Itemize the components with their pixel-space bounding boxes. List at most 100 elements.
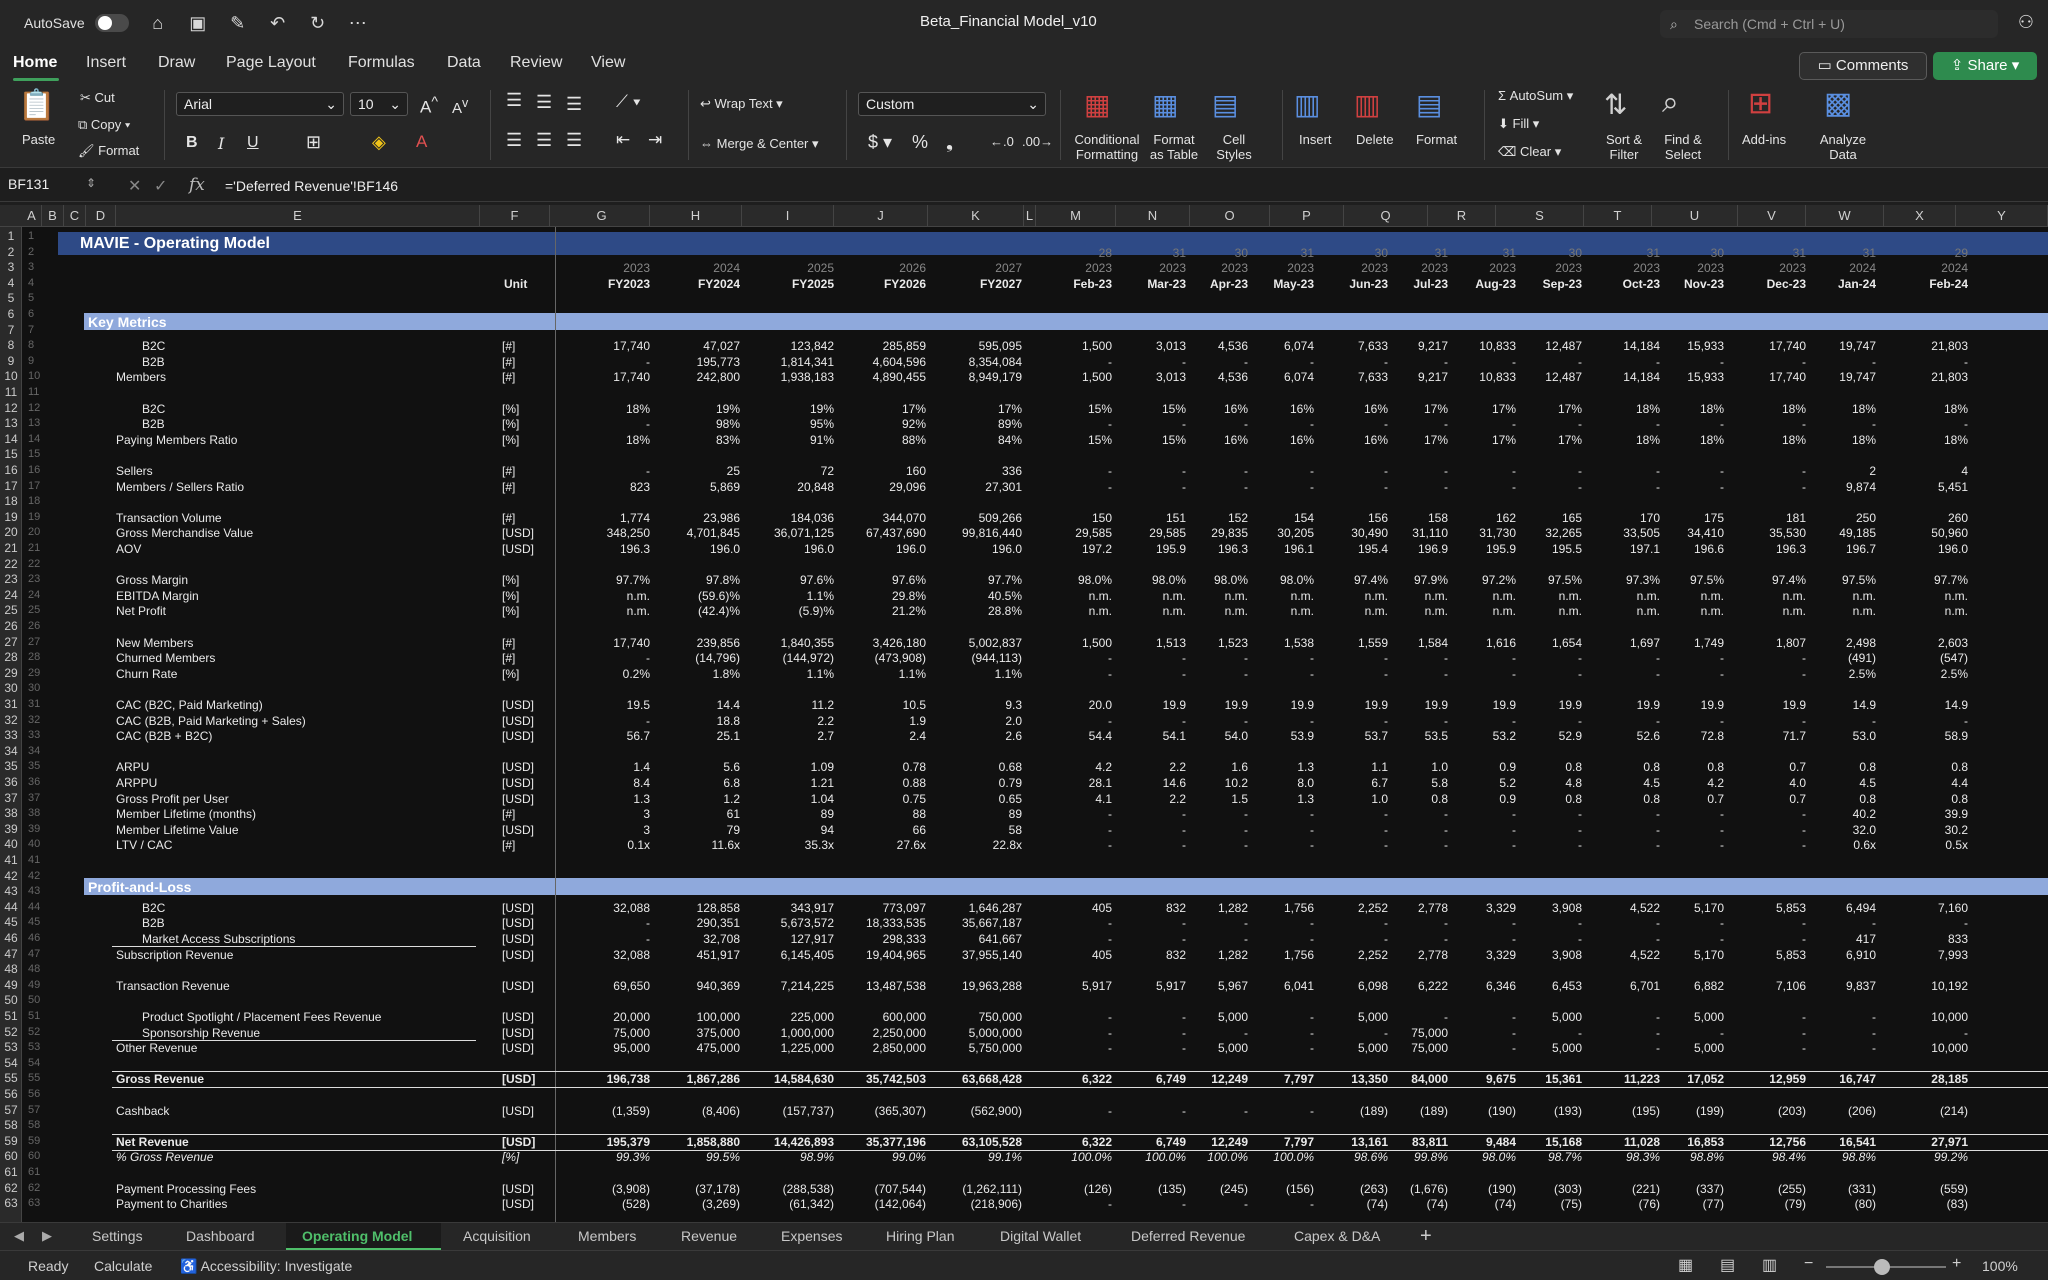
- column-header-s[interactable]: S: [1496, 205, 1584, 227]
- row-header[interactable]: 8: [0, 338, 22, 352]
- unit-cell[interactable]: [%]: [502, 573, 519, 587]
- row-header[interactable]: 49: [0, 978, 22, 992]
- conditional-formatting-label[interactable]: Conditional Formatting: [1070, 132, 1144, 162]
- home-icon[interactable]: ⌂: [147, 12, 169, 34]
- decrease-indent-icon[interactable]: ⇤: [616, 130, 630, 150]
- row-header[interactable]: 50: [0, 993, 22, 1007]
- wrap-text-button[interactable]: ↩ Wrap Text ▾: [700, 96, 783, 112]
- formula-input[interactable]: ='Deferred Revenue'!BF146: [225, 178, 398, 194]
- align-bottom-icon[interactable]: ☰: [566, 94, 582, 115]
- unit-cell[interactable]: [%]: [502, 417, 519, 431]
- row-header[interactable]: 27: [0, 635, 22, 649]
- row-header[interactable]: 3: [0, 260, 22, 274]
- increase-font-icon[interactable]: A^: [420, 94, 438, 118]
- sheet-tab-members[interactable]: Members: [578, 1228, 636, 1244]
- row-label[interactable]: Transaction Revenue: [116, 979, 230, 993]
- font-name-select[interactable]: Arial ⌄: [176, 92, 344, 116]
- row-header[interactable]: 60: [0, 1149, 22, 1163]
- row-header[interactable]: 35: [0, 759, 22, 773]
- cell-styles-icon[interactable]: ▤: [1212, 88, 1238, 121]
- row-label[interactable]: B2C: [142, 339, 165, 353]
- font-color-icon[interactable]: A: [416, 132, 427, 152]
- column-header-l[interactable]: L: [1024, 205, 1036, 227]
- column-header-e[interactable]: E: [116, 205, 480, 227]
- format-cells-label[interactable]: Format: [1416, 132, 1457, 147]
- row-header[interactable]: 39: [0, 822, 22, 836]
- cut-button[interactable]: ✂ Cut: [80, 90, 115, 106]
- column-header-x[interactable]: X: [1884, 205, 1956, 227]
- value-cell[interactable]: 196.0: [1848, 542, 1968, 556]
- row-label[interactable]: B2C: [142, 901, 165, 915]
- row-label[interactable]: Churned Members: [116, 651, 215, 665]
- row-header[interactable]: 14: [0, 432, 22, 446]
- column-header-m[interactable]: M: [1036, 205, 1116, 227]
- column-header-y[interactable]: Y: [1956, 205, 2048, 227]
- zoom-in-icon[interactable]: +: [1952, 1255, 1961, 1273]
- value-cell[interactable]: 2,603: [1848, 636, 1968, 650]
- row-header[interactable]: 12: [0, 401, 22, 415]
- column-header-n[interactable]: N: [1116, 205, 1190, 227]
- tab-home[interactable]: Home: [13, 54, 57, 72]
- row-label[interactable]: Net Revenue: [116, 1135, 189, 1149]
- row-header[interactable]: 10: [0, 369, 22, 383]
- row-header[interactable]: 55: [0, 1071, 22, 1085]
- header-period[interactable]: Feb-24: [1848, 277, 1968, 291]
- row-header[interactable]: 42: [0, 869, 22, 883]
- value-cell[interactable]: 30.2: [1848, 823, 1968, 837]
- row-header[interactable]: 48: [0, 962, 22, 976]
- row-label[interactable]: ARPPU: [116, 776, 157, 790]
- value-cell[interactable]: 10,000: [1848, 1010, 1968, 1024]
- format-as-table-label[interactable]: Format as Table: [1146, 132, 1202, 162]
- column-header-q[interactable]: Q: [1344, 205, 1428, 227]
- row-header[interactable]: 47: [0, 947, 22, 961]
- row-label[interactable]: AOV: [116, 542, 141, 556]
- row-header[interactable]: 22: [0, 557, 22, 571]
- format-cells-icon[interactable]: ▤: [1416, 88, 1442, 121]
- sheet-tab-acquisition[interactable]: Acquisition: [463, 1228, 531, 1244]
- row-label[interactable]: Payment to Charities: [116, 1197, 227, 1211]
- row-label[interactable]: Members: [116, 370, 166, 384]
- tab-page-layout[interactable]: Page Layout: [226, 54, 316, 72]
- sheet-tab-capex[interactable]: Capex & D&A: [1294, 1228, 1380, 1244]
- format-table-icon[interactable]: ▦: [1152, 88, 1178, 121]
- unit-cell[interactable]: [%]: [502, 667, 519, 681]
- tab-draw[interactable]: Draw: [158, 54, 195, 72]
- value-cell[interactable]: 21,803: [1848, 370, 1968, 384]
- unit-cell[interactable]: [#]: [502, 636, 515, 650]
- row-label[interactable]: New Members: [116, 636, 193, 650]
- autosave-toggle[interactable]: [94, 14, 129, 32]
- undo-icon[interactable]: ↶: [267, 12, 289, 34]
- row-label[interactable]: Sellers: [116, 464, 153, 478]
- value-cell[interactable]: 0.8: [1848, 792, 1968, 806]
- row-header[interactable]: 52: [0, 1025, 22, 1039]
- column-header-a[interactable]: A: [22, 205, 42, 227]
- underline-icon[interactable]: U: [247, 134, 259, 152]
- value-cell[interactable]: 27,971: [1848, 1135, 1968, 1149]
- row-header[interactable]: 6: [0, 307, 22, 321]
- tab-formulas[interactable]: Formulas: [348, 54, 415, 72]
- row-label[interactable]: CAC (B2B, Paid Marketing + Sales): [116, 714, 306, 728]
- row-header[interactable]: 31: [0, 697, 22, 711]
- value-cell[interactable]: 28,185: [1848, 1072, 1968, 1086]
- value-cell[interactable]: 0.8: [1848, 760, 1968, 774]
- row-header[interactable]: 1: [0, 229, 22, 243]
- value-cell[interactable]: -: [1848, 1026, 1968, 1040]
- unit-cell[interactable]: [%]: [502, 604, 519, 618]
- find-select-label[interactable]: Find & Select: [1656, 132, 1710, 162]
- row-header[interactable]: 5: [0, 291, 22, 305]
- value-cell[interactable]: 833: [1848, 932, 1968, 946]
- number-format-select[interactable]: Custom ⌄: [858, 92, 1046, 116]
- row-header[interactable]: 53: [0, 1040, 22, 1054]
- column-header-v[interactable]: V: [1738, 205, 1806, 227]
- row-header[interactable]: 45: [0, 915, 22, 929]
- row-header[interactable]: 33: [0, 728, 22, 742]
- font-size-select[interactable]: 10 ⌄: [350, 92, 408, 116]
- row-label[interactable]: Member Lifetime (months): [116, 807, 256, 821]
- value-cell[interactable]: 14.9: [1848, 698, 1968, 712]
- row-header[interactable]: 9: [0, 354, 22, 368]
- orientation-icon[interactable]: ⟋ ▾: [616, 92, 641, 112]
- fill-button[interactable]: ⬇ Fill ▾: [1498, 116, 1539, 132]
- unit-cell[interactable]: [#]: [502, 838, 515, 852]
- column-header-i[interactable]: I: [742, 205, 834, 227]
- save-icon[interactable]: ▣: [187, 12, 209, 34]
